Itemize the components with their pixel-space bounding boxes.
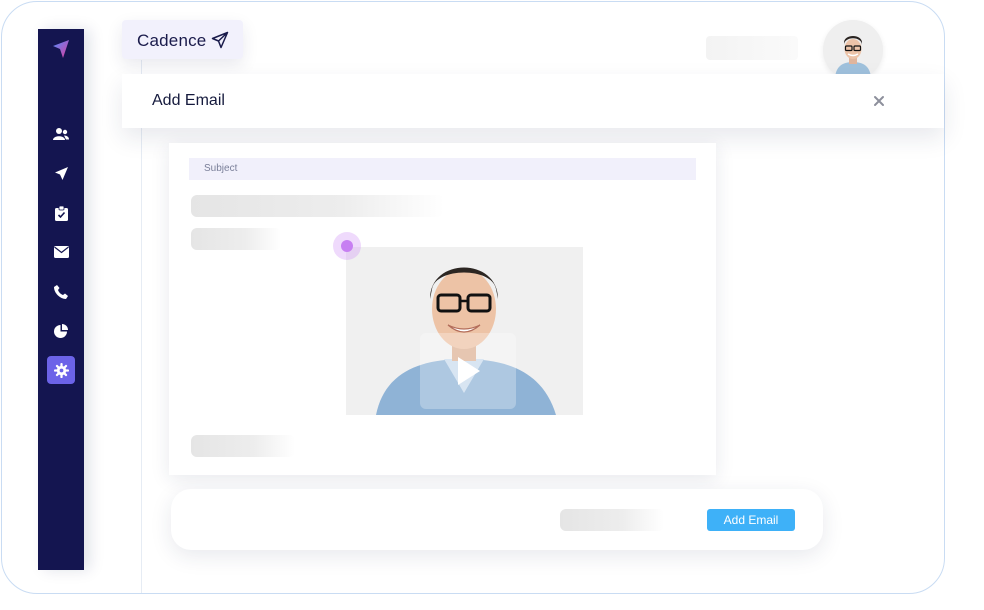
subject-field[interactable]: Subject (189, 158, 696, 180)
cadence-tab[interactable]: Cadence (122, 20, 243, 59)
avatar[interactable] (823, 20, 883, 80)
pie-chart-icon (54, 324, 68, 338)
play-button[interactable] (420, 333, 516, 409)
record-indicator (333, 232, 361, 260)
logo-icon (53, 40, 69, 58)
modal-footer: Add Email (171, 489, 823, 550)
phone-icon (54, 285, 68, 299)
body-line-placeholder (191, 435, 295, 457)
subject-placeholder: Subject (204, 163, 238, 174)
email-editor: Subject (169, 143, 716, 475)
close-icon[interactable] (871, 93, 887, 109)
play-icon (458, 357, 480, 385)
record-dot (341, 240, 353, 252)
footer-placeholder (560, 509, 664, 531)
body-line-placeholder (191, 228, 281, 250)
user-photo (823, 20, 883, 80)
sidebar-item-email[interactable] (38, 238, 84, 266)
topbar-placeholder (706, 36, 798, 60)
body-line-placeholder (191, 195, 444, 217)
video-thumbnail[interactable] (346, 247, 583, 415)
modal-header: Add Email (122, 74, 944, 128)
sidebar-item-settings[interactable] (38, 356, 84, 384)
modal-title: Add Email (152, 92, 225, 109)
sidebar-item-cadence[interactable] (38, 159, 84, 187)
sidebar-item-tasks[interactable] (38, 199, 84, 227)
paper-plane-icon (54, 166, 68, 180)
sidebar (38, 29, 84, 570)
paper-plane-icon (211, 31, 229, 49)
sidebar-item-calls[interactable] (38, 278, 84, 306)
cadence-tab-label: Cadence (137, 31, 207, 50)
envelope-icon (53, 246, 69, 258)
sidebar-item-reports[interactable] (38, 317, 84, 345)
gear-icon (53, 362, 69, 378)
clipboard-check-icon (54, 205, 68, 221)
users-icon (53, 128, 69, 140)
content-divider (141, 60, 142, 593)
add-email-button[interactable]: Add Email (707, 509, 795, 531)
sidebar-item-contacts[interactable] (38, 120, 84, 148)
